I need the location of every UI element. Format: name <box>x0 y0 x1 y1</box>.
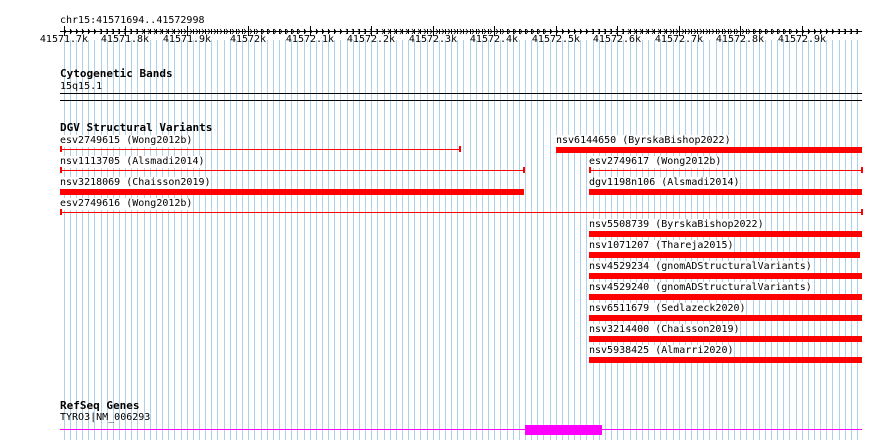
dgv-feature-end-cap <box>60 146 62 152</box>
dgv-feature-bar[interactable] <box>589 189 862 195</box>
dgv-feature-end-cap <box>459 146 461 152</box>
dgv-feature-label: esv2749617 (Wong2012b) <box>589 156 722 168</box>
ruler-tick-label: 41571.7k <box>39 34 89 45</box>
cytoband-track-line-top <box>60 93 862 94</box>
dgv-feature-bar[interactable] <box>60 212 862 213</box>
cytoband-track-title[interactable]: Cytogenetic Bands <box>60 68 173 80</box>
dgv-feature-bar[interactable] <box>60 189 524 195</box>
ruler-tick-label: 41572.5k <box>531 34 581 45</box>
dgv-feature-label: dgv1198n106 (Alsmadi2014) <box>589 177 740 189</box>
dgv-feature-end-cap <box>589 167 591 173</box>
dgv-feature-label: nsv1071207 (Thareja2015) <box>589 240 734 252</box>
dgv-feature-label: nsv4529234 (gnomADStructuralVariants) <box>589 261 812 273</box>
ruler-tick-label: 41572.9k <box>777 34 827 45</box>
cytoband-label: 15q15.1 <box>60 81 103 92</box>
dgv-feature-bar[interactable] <box>556 147 862 153</box>
dgv-feature-bar[interactable] <box>589 273 862 279</box>
ruler-tick-label: 41571.8k <box>100 34 150 45</box>
refseq-track-title[interactable]: RefSeq Genes <box>60 400 139 412</box>
ruler-tick-label: 41572.3k <box>408 34 458 45</box>
dgv-track-title[interactable]: DGV Structural Variants <box>60 122 212 134</box>
dgv-feature-end-cap <box>60 167 62 173</box>
dgv-feature-label: esv2749615 (Wong2012b) <box>60 135 193 147</box>
dgv-feature-bar[interactable] <box>589 315 862 321</box>
dgv-feature-bar[interactable] <box>589 170 862 171</box>
dgv-feature-label: nsv4529240 (gnomADStructuralVariants) <box>589 282 812 294</box>
ruler-tick-label: 41572.2k <box>346 34 396 45</box>
ruler-tick-label: 41572.1k <box>285 34 335 45</box>
dgv-feature-label: nsv3214400 (Chaisson2019) <box>589 324 740 336</box>
cytoband-track-line-bottom <box>60 100 862 101</box>
dgv-feature-end-cap <box>861 209 863 215</box>
dgv-feature-label: nsv6144650 (ByrskaBishop2022) <box>556 135 731 147</box>
dgv-feature-bar[interactable] <box>589 336 862 342</box>
dgv-feature-label: nsv6511679 (Sedlazeck2020) <box>589 303 746 315</box>
ruler-tick-label: 41572.6k <box>592 34 642 45</box>
dgv-feature-label: nsv3218069 (Chaisson2019) <box>60 177 211 189</box>
ruler-tick-label: 41572.7k <box>654 34 704 45</box>
dgv-feature-end-cap <box>861 167 863 173</box>
ruler-tick-label: 41572.4k <box>469 34 519 45</box>
dgv-feature-bar[interactable] <box>589 231 862 237</box>
ruler-tick-label: 41572k <box>229 34 267 45</box>
dgv-feature-end-cap <box>60 209 62 215</box>
refseq-gene-glyph[interactable] <box>0 422 890 436</box>
gene-exon-block[interactable] <box>525 425 602 435</box>
dgv-feature-bar[interactable] <box>60 149 460 150</box>
dgv-feature-label: nsv5508739 (ByrskaBishop2022) <box>589 219 764 231</box>
dgv-feature-bar[interactable] <box>589 252 860 258</box>
dgv-feature-end-cap <box>523 167 525 173</box>
dgv-feature-bar[interactable] <box>60 170 524 171</box>
dgv-feature-bar[interactable] <box>589 357 862 363</box>
ruler-tick-label: 41571.9k <box>162 34 212 45</box>
dgv-feature-label: esv2749616 (Wong2012b) <box>60 198 193 210</box>
dgv-feature-label: nsv1113705 (Alsmadi2014) <box>60 156 205 168</box>
dgv-feature-bar[interactable] <box>589 294 862 300</box>
dgv-feature-label: nsv5938425 (Almarri2020) <box>589 345 734 357</box>
ruler-tick-label: 41572.8k <box>715 34 765 45</box>
